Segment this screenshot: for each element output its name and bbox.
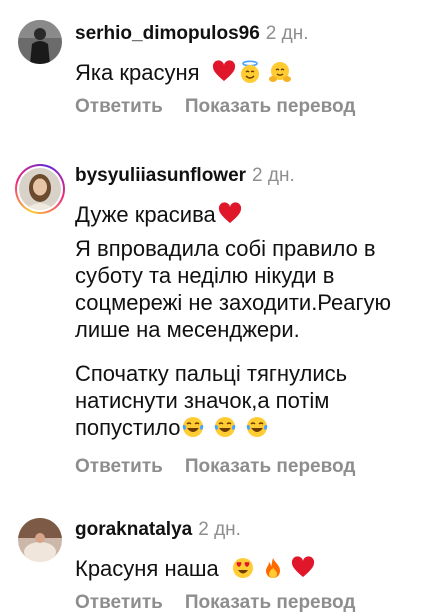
comment-paragraph-2: Я впровадила собі правило в суботу та не… <box>75 236 392 342</box>
comment-actions: Ответить Показать перевод <box>75 96 355 118</box>
red-heart-icon <box>218 202 242 226</box>
timestamp: 2 дн. <box>198 519 241 540</box>
hugging-face-icon <box>268 60 292 84</box>
red-heart-icon <box>291 556 315 580</box>
comment-text-line-1: Дуже красива <box>75 201 242 228</box>
show-translation-button[interactable]: Показать перевод <box>185 96 356 117</box>
reply-button[interactable]: Ответить <box>75 456 163 477</box>
avatar[interactable] <box>18 20 62 64</box>
username[interactable]: serhio_dimopulos96 <box>75 23 260 44</box>
timestamp: 2 дн. <box>252 165 295 186</box>
reply-button[interactable]: Ответить <box>75 96 163 117</box>
heart-eyes-icon <box>231 556 255 580</box>
show-translation-button[interactable]: Показать перевод <box>185 456 356 477</box>
timestamp: 2 дн. <box>265 23 309 44</box>
show-translation-button[interactable]: Показать перевод <box>185 592 356 613</box>
fire-icon <box>261 556 285 580</box>
comment-text: Яка красуня <box>75 59 292 86</box>
avatar-story-ring[interactable] <box>15 164 65 214</box>
avatar <box>19 168 61 210</box>
comment-actions: Ответить Показать перевод <box>75 456 355 478</box>
avatar[interactable] <box>18 518 62 562</box>
username[interactable]: goraknatalya <box>75 519 192 540</box>
tears-of-joy-icon <box>181 415 205 439</box>
comment-paragraph-3: Спочатку пальці тягнулись натиснути знач… <box>75 361 348 440</box>
smiling-halo-icon <box>238 60 262 84</box>
comment-actions: Ответить Показать перевод <box>75 592 355 614</box>
comment-text: Красуня наша <box>75 555 315 582</box>
reply-button[interactable]: Ответить <box>75 592 163 613</box>
red-heart-icon <box>212 60 236 84</box>
username[interactable]: bysyuliiasunflower <box>75 165 246 186</box>
tears-of-joy-icon <box>245 415 269 439</box>
tears-of-joy-icon <box>213 415 237 439</box>
